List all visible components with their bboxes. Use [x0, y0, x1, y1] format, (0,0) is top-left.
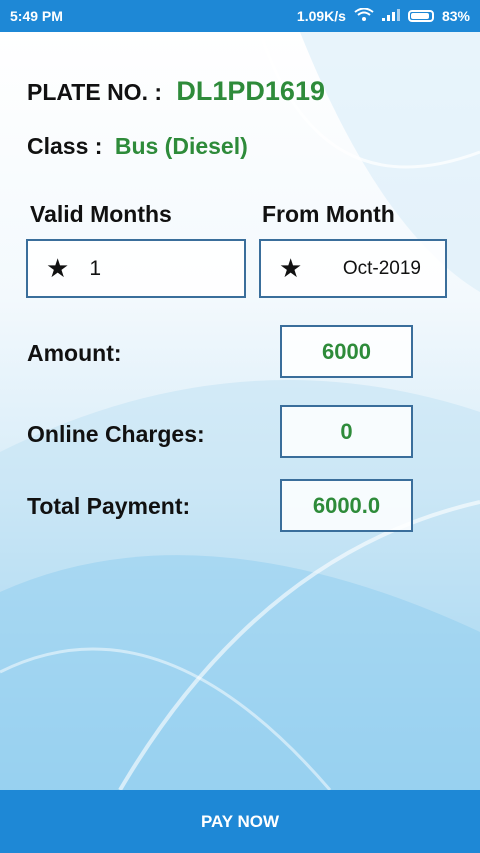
valid-months-select[interactable]: ★ 1 [26, 239, 246, 298]
online-charges-label: Online Charges: [27, 421, 205, 447]
class-value: Bus (Diesel) [114, 133, 248, 159]
star-icon: ★ [46, 253, 70, 283]
network-speed: 1.09K/s [296, 8, 346, 24]
plate-label: PLATE NO. : [27, 79, 163, 105]
amount-field: 6000 [280, 325, 413, 378]
online-charges-field: 0 [280, 405, 413, 458]
valid-months-value: 1 [89, 256, 101, 280]
status-icons: 1.09K/s 83% [296, 7, 470, 25]
amount-label: Amount: [27, 340, 122, 366]
total-payment-label: Total Payment: [27, 493, 191, 519]
battery-percent: 83% [441, 8, 470, 24]
from-month-select[interactable]: ★ Oct-2019 [259, 239, 447, 298]
total-payment-field: 6000.0 [280, 479, 413, 532]
from-month-value: Oct-2019 [342, 257, 421, 279]
plate-row: PLATE NO. : DL1PD1619 [27, 76, 325, 107]
signal-icon [381, 8, 400, 24]
star-icon: ★ [279, 253, 303, 283]
valid-months-label: Valid Months [30, 201, 172, 227]
wifi-icon [354, 7, 374, 25]
class-label: Class : [27, 133, 103, 159]
status-time: 5:49 PM [10, 8, 63, 24]
status-bar: 5:49 PM 1.09K/s 83% [0, 0, 480, 32]
class-row: Class : Bus (Diesel) [27, 133, 248, 160]
from-month-label: From Month [262, 201, 395, 227]
battery-icon [407, 10, 434, 22]
pay-now-button[interactable]: PAY NOW [0, 790, 480, 853]
plate-value: DL1PD1619 [176, 76, 325, 106]
